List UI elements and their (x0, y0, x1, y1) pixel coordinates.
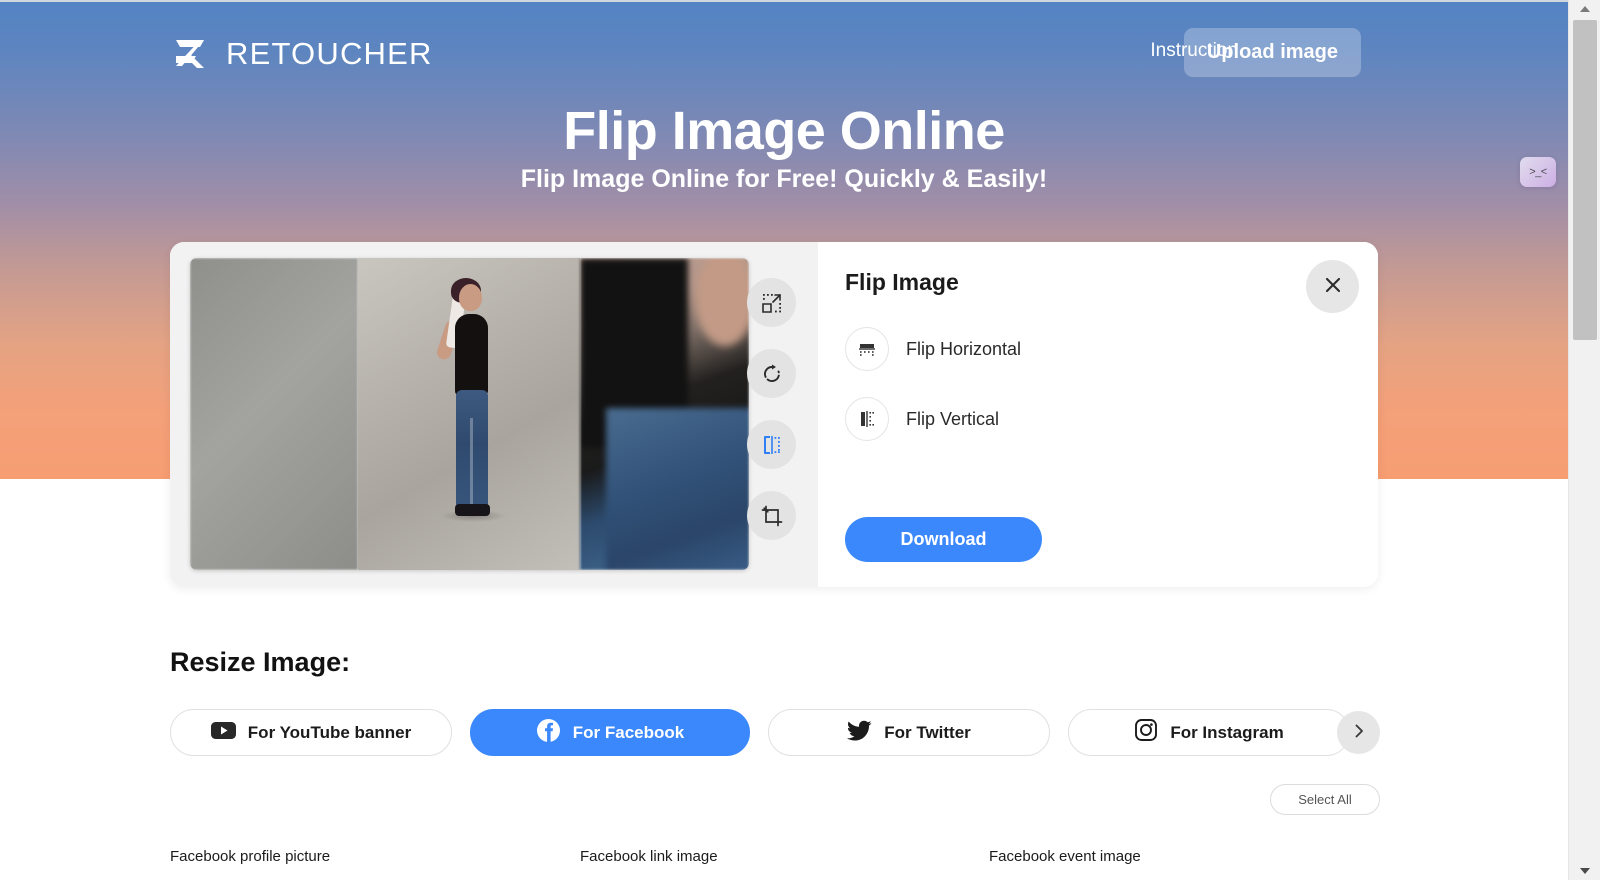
preset-label-event-image: Facebook event image (989, 848, 1141, 865)
preview-right-blur (580, 258, 749, 570)
crop-icon (761, 505, 783, 527)
image-editor-area (170, 242, 818, 587)
figure-head (459, 284, 482, 311)
twitter-icon (847, 720, 872, 746)
chips-next-button[interactable] (1337, 711, 1380, 754)
page-content: RETOUCHER Instruction Upload image Flip … (0, 0, 1568, 880)
page-scrollbar[interactable] (1568, 0, 1600, 880)
figure-top (455, 314, 488, 396)
chip-for-facebook[interactable]: For Facebook (470, 709, 751, 756)
flip-vertical-icon (845, 397, 889, 441)
scrollbar-thumb[interactable] (1573, 20, 1597, 340)
scroll-down-button[interactable] (1569, 862, 1600, 880)
page-title: Flip Image Online (563, 101, 1005, 161)
youtube-icon (210, 721, 236, 745)
rotate-tool-button[interactable] (747, 349, 796, 398)
flip-icon (761, 434, 783, 456)
close-icon (1323, 275, 1343, 298)
preview-left-blur (190, 258, 358, 570)
flip-vertical-option[interactable]: Flip Vertical (845, 397, 999, 441)
close-panel-button[interactable] (1306, 260, 1359, 313)
figure-shoes (455, 504, 490, 516)
chevron-up-icon (1580, 6, 1590, 12)
chip-for-youtube-banner[interactable]: For YouTube banner (170, 709, 452, 756)
flip-horizontal-label: Flip Horizontal (906, 338, 1022, 359)
flip-panel: Flip Image Flip Horizontal Flip Vertical… (818, 242, 1378, 587)
site-header: RETOUCHER Instruction Upload image (0, 2, 1568, 107)
instagram-icon (1134, 718, 1158, 747)
chip-label: For Twitter (884, 722, 971, 742)
feedback-widget-button[interactable]: >_< (1520, 157, 1556, 187)
chip-for-instagram[interactable]: For Instagram (1068, 709, 1351, 756)
chevron-down-icon (1580, 868, 1590, 874)
preview-right-skin (695, 258, 749, 346)
editor-toolbar (747, 278, 796, 540)
browser-viewport: RETOUCHER Instruction Upload image Flip … (0, 0, 1600, 880)
chevron-right-icon (1351, 723, 1367, 742)
preview-photo (358, 258, 580, 570)
scroll-up-button[interactable] (1569, 0, 1600, 18)
resize-section-title: Resize Image: (170, 647, 351, 677)
resize-icon (761, 292, 783, 314)
page-subtitle: Flip Image Online for Free! Quickly & Ea… (520, 165, 1048, 193)
editor-card: Flip Image Flip Horizontal Flip Vertical… (170, 242, 1378, 587)
chip-label: For YouTube banner (247, 722, 412, 742)
logo[interactable]: RETOUCHER (170, 32, 433, 76)
resize-preset-chips: For YouTube banner For Facebook For Twit… (170, 709, 1351, 756)
preset-label-profile-picture: Facebook profile picture (170, 848, 331, 865)
figure-leg-gap (470, 418, 473, 506)
flip-tool-button[interactable] (747, 420, 796, 469)
download-button[interactable]: Download (845, 517, 1042, 562)
panel-title: Flip Image (845, 269, 959, 295)
retoucher-logo-mark-icon (170, 32, 212, 76)
image-preview[interactable] (190, 258, 749, 570)
chip-label: For Instagram (1170, 722, 1284, 742)
facebook-icon (536, 718, 561, 748)
select-all-button[interactable]: Select All (1270, 784, 1380, 815)
chip-label: For Facebook (572, 722, 685, 742)
flip-horizontal-option[interactable]: Flip Horizontal (845, 327, 1021, 371)
resize-tool-button[interactable] (747, 278, 796, 327)
preset-labels-row: Facebook profile picture Facebook link i… (170, 848, 1370, 865)
rotate-icon (761, 363, 783, 385)
flip-vertical-label: Flip Vertical (906, 408, 1000, 429)
upload-image-button[interactable]: Upload image (1183, 28, 1361, 77)
chip-for-twitter[interactable]: For Twitter (768, 709, 1051, 756)
logo-text: RETOUCHER (226, 36, 433, 71)
crop-tool-button[interactable] (747, 491, 796, 540)
preview-right-jeans (606, 408, 749, 570)
flip-horizontal-icon (845, 327, 889, 371)
preset-label-link-image: Facebook link image (580, 848, 718, 865)
